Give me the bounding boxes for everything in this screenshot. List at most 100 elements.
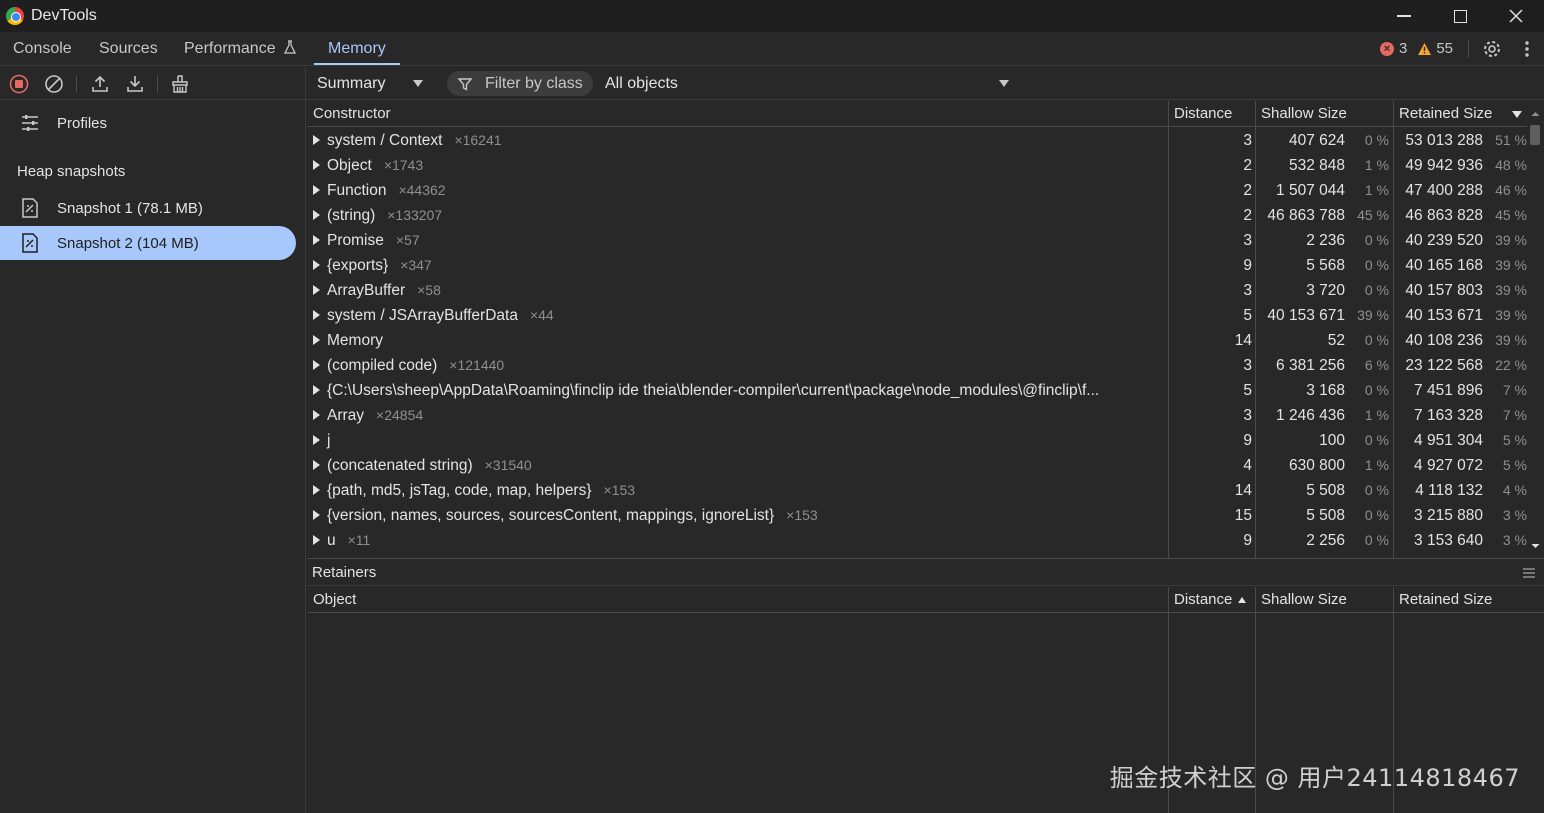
more-options-button[interactable] xyxy=(1520,39,1534,59)
expand-triangle-icon[interactable] xyxy=(313,335,320,345)
table-row[interactable]: {C:\Users\sheep\AppData\Roaming\finclip … xyxy=(307,378,1529,403)
table-row[interactable]: system / Context ×16241 3 407 624 0 % 53 013 … xyxy=(307,128,1529,153)
retainers-shallow-size-column-header[interactable]: Shallow Size xyxy=(1255,587,1393,613)
save-profile-button[interactable] xyxy=(124,73,146,95)
retainers-distance-column-header[interactable]: Distance xyxy=(1168,587,1255,613)
retained-size-cell: 3 153 640 xyxy=(1414,532,1483,549)
table-row[interactable]: u ×11 9 2 256 0 % 3 153 640 3 % xyxy=(307,528,1529,553)
expand-triangle-icon[interactable] xyxy=(313,385,320,395)
table-row[interactable]: Promise ×57 3 2 236 0 % 40 239 520 39 % xyxy=(307,228,1529,253)
panel-tabs: Console Sources Performance Memory × 3 5… xyxy=(0,32,1544,66)
filter-placeholder: Filter by class xyxy=(485,74,583,92)
instance-count: ×58 xyxy=(417,282,441,298)
expand-triangle-icon[interactable] xyxy=(313,285,320,295)
shallow-size-column-header[interactable]: Shallow Size xyxy=(1255,101,1393,127)
expand-triangle-icon[interactable] xyxy=(313,485,320,495)
expand-triangle-icon[interactable] xyxy=(313,160,320,170)
distance-cell: 9 xyxy=(1243,432,1252,449)
constructor-name: u xyxy=(327,532,336,549)
table-row[interactable]: Array ×24854 3 1 246 436 1 % 7 163 328 7 % xyxy=(307,403,1529,428)
grid-scrollbar[interactable] xyxy=(1527,101,1544,557)
table-row[interactable]: {version, names, sources, sourcesContent… xyxy=(307,503,1529,528)
retained-percent-cell: 51 % xyxy=(1495,132,1527,148)
retainers-retained-size-column-header[interactable]: Retained Size xyxy=(1393,587,1544,613)
settings-button[interactable] xyxy=(1482,39,1502,59)
tab-console[interactable]: Console xyxy=(13,32,72,65)
tab-sources[interactable]: Sources xyxy=(99,32,158,65)
snapshot-item-2[interactable]: Snapshot 2 (104 MB) xyxy=(0,226,296,260)
expand-triangle-icon[interactable] xyxy=(313,185,320,195)
error-icon: × xyxy=(1380,41,1394,56)
shallow-percent-cell: 1 % xyxy=(1364,182,1389,198)
distance-cell: 9 xyxy=(1243,257,1252,274)
clear-all-button[interactable] xyxy=(43,73,65,95)
table-row[interactable]: Object ×1743 2 532 848 1 % 49 942 936 48 % xyxy=(307,153,1529,178)
table-row[interactable]: system / JSArrayBufferData ×44 5 40 153 671… xyxy=(307,303,1529,328)
minimize-button[interactable] xyxy=(1376,0,1432,32)
constructor-name: {exports} xyxy=(327,257,389,274)
shallow-size-cell: 5 508 xyxy=(1306,507,1345,524)
retained-percent-cell: 22 % xyxy=(1495,357,1527,373)
expand-triangle-icon[interactable] xyxy=(313,260,320,270)
class-filter-input[interactable]: Filter by class xyxy=(447,71,593,96)
table-row[interactable]: (concatenated string) ×31540 4 630 800 1 % 4 … xyxy=(307,453,1529,478)
collect-garbage-button[interactable] xyxy=(169,73,191,95)
retained-size-cell: 7 163 328 xyxy=(1414,407,1483,424)
maximize-button[interactable] xyxy=(1432,0,1488,32)
table-row[interactable]: (string) ×133207 2 46 863 788 45 % 46 863 828… xyxy=(307,203,1529,228)
stop-recording-button[interactable] xyxy=(8,73,30,95)
table-row[interactable]: {path, md5, jsTag, code, map, helpers} ×1… xyxy=(307,478,1529,503)
constructor-name: Object xyxy=(327,157,372,174)
constructor-column-header[interactable]: Constructor xyxy=(307,101,1168,127)
retained-percent-cell: 39 % xyxy=(1495,232,1527,248)
profiles-label: Profiles xyxy=(57,114,108,132)
distance-cell: 3 xyxy=(1243,232,1252,249)
expand-triangle-icon[interactable] xyxy=(313,310,320,320)
shallow-size-cell: 2 256 xyxy=(1306,532,1345,549)
table-row[interactable]: Function ×44362 2 1 507 044 1 % 47 400 288 46 … xyxy=(307,178,1529,203)
table-row[interactable]: {exports} ×347 9 5 568 0 % 40 165 168 39 % xyxy=(307,253,1529,278)
distance-cell: 3 xyxy=(1243,132,1252,149)
tab-performance[interactable]: Performance xyxy=(184,32,297,65)
expand-triangle-icon[interactable] xyxy=(313,510,320,520)
expand-triangle-icon[interactable] xyxy=(313,135,320,145)
expand-triangle-icon[interactable] xyxy=(313,235,320,245)
instance-count: ×44362 xyxy=(398,182,446,198)
constructor-cell: (string) ×133207 xyxy=(313,203,1165,228)
snapshot-label: Snapshot 1 (78.1 MB) xyxy=(57,199,203,217)
table-row[interactable]: j 9 100 0 % 4 951 304 5 % xyxy=(307,428,1529,453)
load-profile-button[interactable] xyxy=(89,73,111,95)
constructor-name: Array xyxy=(327,407,365,424)
retained-percent-cell: 39 % xyxy=(1495,282,1527,298)
perspective-select[interactable]: Summary xyxy=(317,67,435,100)
expand-triangle-icon[interactable] xyxy=(313,360,320,370)
shallow-size-cell: 1 507 044 xyxy=(1276,182,1345,199)
object-column-header[interactable]: Object xyxy=(307,587,1168,613)
scrollbar-thumb[interactable] xyxy=(1530,125,1540,145)
profiles-toolbar xyxy=(0,67,306,100)
table-row[interactable]: Memory 14 52 0 % 40 108 236 39 % xyxy=(307,328,1529,353)
constructor-cell: {C:\Users\sheep\AppData\Roaming\finclip … xyxy=(313,378,1165,403)
retained-size-column-header[interactable]: Retained Size xyxy=(1393,101,1529,127)
expand-triangle-icon[interactable] xyxy=(313,435,320,445)
retainers-header[interactable]: Retainers xyxy=(307,558,1544,586)
profiles-header[interactable]: Profiles xyxy=(0,107,306,139)
objects-scope-select[interactable]: All objects xyxy=(605,67,1015,100)
constructor-cell: (concatenated string) ×31540 xyxy=(313,453,1165,478)
tab-memory[interactable]: Memory xyxy=(314,32,400,65)
close-button[interactable] xyxy=(1488,0,1544,32)
snapshot-item-1[interactable]: Snapshot 1 (78.1 MB) xyxy=(0,191,296,225)
issues-counter[interactable]: × 3 55 xyxy=(1380,32,1453,65)
expand-triangle-icon[interactable] xyxy=(313,535,320,545)
expand-triangle-icon[interactable] xyxy=(313,210,320,220)
distance-column-header[interactable]: Distance xyxy=(1168,101,1255,127)
constructor-name: Memory xyxy=(327,332,383,349)
divider xyxy=(76,75,77,93)
expand-triangle-icon[interactable] xyxy=(313,410,320,420)
shallow-percent-cell: 0 % xyxy=(1364,532,1389,548)
table-row[interactable]: (compiled code) ×121440 3 6 381 256 6 % 23 12… xyxy=(307,353,1529,378)
shallow-percent-cell: 39 % xyxy=(1357,307,1389,323)
expand-triangle-icon[interactable] xyxy=(313,460,320,470)
constructor-name: (string) xyxy=(327,207,376,224)
table-row[interactable]: ArrayBuffer ×58 3 3 720 0 % 40 157 803 39 % xyxy=(307,278,1529,303)
